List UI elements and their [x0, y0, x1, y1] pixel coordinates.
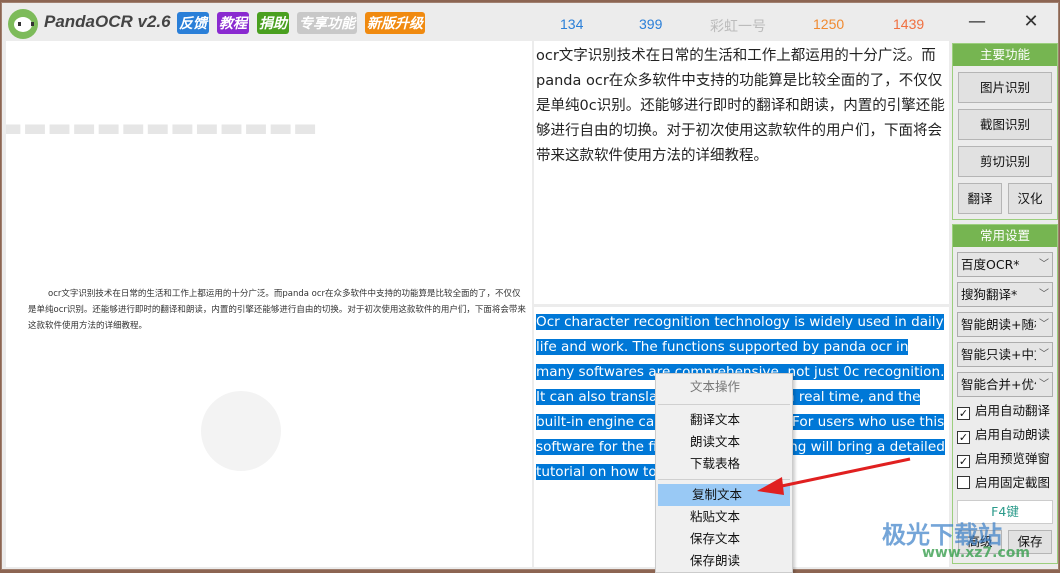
menu-item-save-audio[interactable]: 保存朗读: [656, 550, 792, 572]
chevron-down-icon: ﹀: [1036, 373, 1052, 396]
donate-link[interactable]: 捐助: [257, 12, 289, 34]
stat-rainbow[interactable]: 彩虹一号: [710, 16, 766, 36]
chevron-down-icon: ﹀: [1036, 343, 1052, 366]
clipboard-ocr-button[interactable]: 剪切识别: [958, 146, 1052, 177]
red-arrow-annotation: [757, 457, 911, 495]
feedback-link[interactable]: 反馈: [177, 12, 209, 34]
menu-item-read[interactable]: 朗读文本: [656, 431, 792, 453]
main-functions-group: 主要功能 图片识别 截图识别 剪切识别 翻译 汉化: [952, 43, 1058, 220]
image-preview-panel: ▬▬▬▬▬▬▬▬▬▬▬▬▬ ocr文字识别技术在日常的生活和工作上都运用的十分广…: [6, 41, 532, 567]
checkbox-checked-icon: ✓: [957, 407, 970, 420]
stat-4: 1439: [893, 16, 925, 32]
preview-text: ocr文字识别技术在日常的生活和工作上都运用的十分广泛。而panda ocr在众…: [28, 289, 526, 331]
panda-logo-icon: [8, 9, 38, 39]
menu-header: 文本操作: [690, 379, 741, 394]
translate-button[interactable]: 翻译: [958, 183, 1002, 214]
faded-panda-icon: [201, 391, 281, 471]
checkbox-label: 启用固定截图: [975, 475, 1051, 490]
stat-3: 1250: [813, 16, 845, 32]
stat-2: 399: [639, 16, 663, 32]
select-value: 搜狗翻译*: [961, 287, 1018, 302]
menu-item-paste[interactable]: 粘贴文本: [656, 506, 792, 528]
main-functions-title: 主要功能: [953, 44, 1057, 66]
image-ocr-button[interactable]: 图片识别: [958, 72, 1052, 103]
app-title: PandaOCR v2.6: [44, 12, 171, 31]
chevron-down-icon: ﹀: [1036, 313, 1052, 336]
ocr-engine-select[interactable]: 百度OCR* ﹀: [957, 252, 1053, 277]
checkbox-checked-icon: ✓: [957, 455, 970, 468]
select-value: 智能只读+中文: [961, 347, 1047, 362]
settings-title: 常用设置: [953, 225, 1057, 247]
menu-separator: [658, 404, 790, 405]
select-value: 智能朗读+随机: [961, 317, 1047, 332]
checkbox-unchecked-icon: [957, 476, 970, 489]
merge-mode-select[interactable]: 智能合并+优化 ﹀: [957, 372, 1053, 397]
localize-button[interactable]: 汉化: [1008, 183, 1052, 214]
title-bar: PandaOCR v2.6 反馈 教程 捐助 专享功能 新版升级 134 399…: [2, 3, 1058, 41]
checkbox-label: 启用预览弹窗: [975, 451, 1051, 466]
ocr-result-textarea[interactable]: ocr文字识别技术在日常的生活和工作上都运用的十分广泛。而panda ocr在众…: [534, 41, 949, 304]
translate-engine-select[interactable]: 搜狗翻译* ﹀: [957, 282, 1053, 307]
read-only-select[interactable]: 智能只读+中文 ﹀: [957, 342, 1053, 367]
chevron-down-icon: ﹀: [1036, 283, 1052, 306]
faded-background-image: ▬▬▬▬▬▬▬▬▬▬▬▬▬: [6, 113, 318, 143]
checkbox-label: 启用自动翻译: [975, 403, 1051, 418]
upgrade-link[interactable]: 新版升级: [365, 12, 425, 34]
checkbox-label: 启用自动朗读: [975, 427, 1051, 442]
exclusive-features-link[interactable]: 专享功能: [297, 12, 357, 34]
watermark-url: www.xz7.com: [922, 545, 1030, 561]
screenshot-ocr-button[interactable]: 截图识别: [958, 109, 1052, 140]
stat-1: 134: [560, 16, 584, 32]
tutorial-link[interactable]: 教程: [217, 12, 249, 34]
checkbox-checked-icon: ✓: [957, 431, 970, 444]
minimize-button[interactable]: —: [962, 11, 992, 32]
menu-item-save-text[interactable]: 保存文本: [656, 528, 792, 550]
select-value: 智能合并+优化: [961, 377, 1047, 392]
settings-group: 常用设置 百度OCR* ﹀ 搜狗翻译* ﹀ 智能朗读+随机 ﹀ 智能只读+中文 ﹀ 智能…: [952, 224, 1058, 564]
auto-read-checkbox[interactable]: ✓ 启用自动朗读: [957, 427, 1053, 445]
fixed-screenshot-checkbox[interactable]: 启用固定截图: [957, 475, 1053, 493]
chevron-down-icon: ﹀: [1036, 253, 1052, 276]
menu-item-translate[interactable]: 翻译文本: [656, 409, 792, 431]
auto-translate-checkbox[interactable]: ✓ 启用自动翻译: [957, 403, 1053, 421]
select-value: 百度OCR*: [961, 257, 1020, 272]
sidebar: 主要功能 图片识别 截图识别 剪切识别 翻译 汉化 常用设置 百度OCR* ﹀ 搜…: [952, 43, 1058, 571]
read-mode-select[interactable]: 智能朗读+随机 ﹀: [957, 312, 1053, 337]
close-button[interactable]: ✕: [1016, 11, 1046, 32]
pandaocr-window: PandaOCR v2.6 反馈 教程 捐助 专享功能 新版升级 134 399…: [1, 2, 1059, 573]
preview-popup-checkbox[interactable]: ✓ 启用预览弹窗: [957, 451, 1053, 469]
